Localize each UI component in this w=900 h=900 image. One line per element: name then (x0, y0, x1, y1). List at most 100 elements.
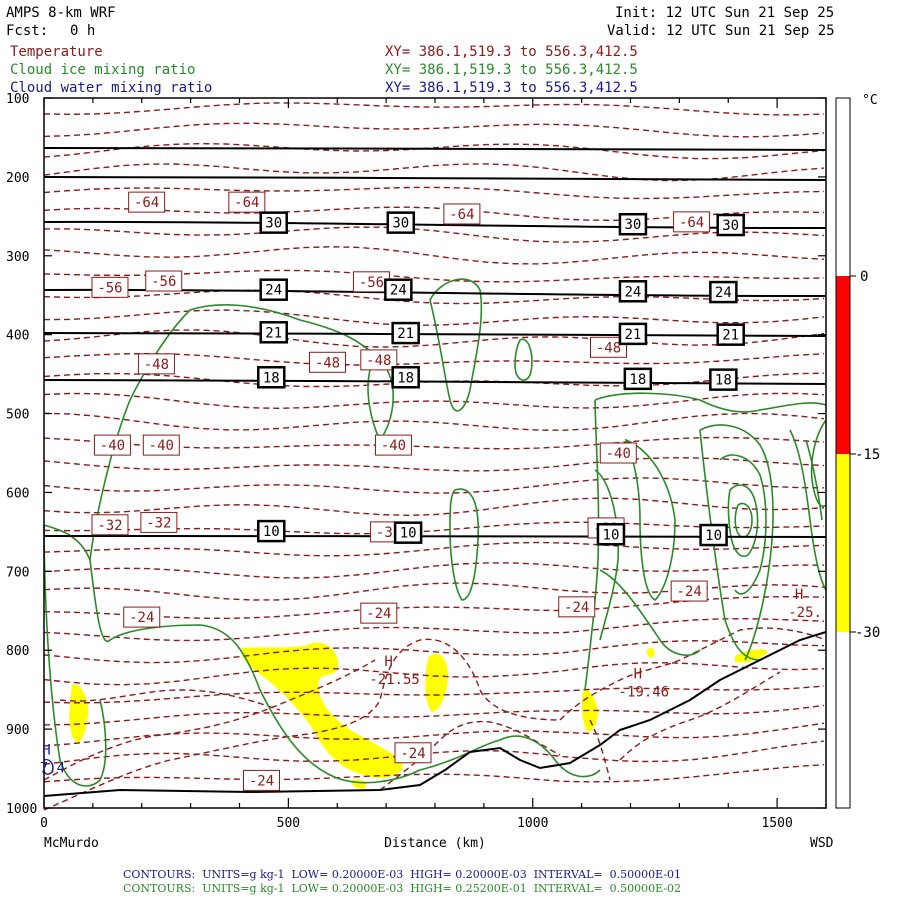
temperature-contour (559, 627, 827, 721)
colorbar-unit: °C (862, 93, 878, 108)
theta-label: 24 (390, 283, 407, 299)
colorbar-tick-label: -30 (855, 625, 880, 641)
theta-label: 10 (400, 526, 417, 542)
cross-section-chart: 10020030040050060070080090010000 500 1000 1… (6, 92, 880, 851)
temperature-label: -64 (234, 195, 259, 211)
temperature-contour (43, 562, 825, 579)
temperature-label: -48 (144, 357, 169, 373)
cloud-ice-contour (594, 392, 827, 413)
temperature-label: -24 (400, 746, 425, 762)
high-marker: H (384, 654, 392, 670)
y-tick-label: 100 (6, 92, 29, 107)
colorbar-tick-label: 0 (860, 269, 868, 285)
high-marker: H (634, 667, 642, 683)
temperature-label: -64 (134, 195, 159, 211)
temperature-contour (43, 102, 825, 116)
temperature-label: -48 (596, 340, 621, 356)
high-marker: H (42, 742, 50, 758)
temperature-label: -24 (564, 600, 589, 616)
theta-label: 18 (629, 372, 646, 388)
theta-label: 24 (265, 283, 282, 299)
theta-label: 24 (625, 284, 642, 300)
y-tick-label: 1000 (6, 802, 37, 817)
theta-label: 24 (715, 285, 732, 301)
temperature-label: -24 (366, 606, 391, 622)
theta-label: 18 (263, 370, 280, 386)
warm-shading-area-4 (351, 779, 366, 789)
theta-line (43, 331, 827, 338)
x-tick-label: 1500 (761, 816, 792, 831)
theta-line (43, 175, 827, 182)
temperature-label: -32 (146, 515, 171, 531)
theta-label: 18 (397, 370, 414, 386)
temperature-label: -40 (606, 446, 631, 462)
x-axis-label: Distance (km) (384, 836, 486, 851)
colorbar-band (836, 276, 850, 454)
colorbar: 0 -15 -30 (835, 97, 880, 809)
temperature-contour (43, 617, 825, 642)
temperature-contour (43, 722, 825, 747)
warm-shading-area-1 (69, 684, 89, 743)
temperature-label: -48 (315, 355, 340, 371)
temperature-contour (43, 740, 825, 765)
x-left-label: McMurdo (44, 836, 99, 851)
temperature-label: -56 (151, 274, 176, 290)
temperature-label: -40 (149, 438, 174, 454)
x-tick-label: 500 (277, 816, 300, 831)
temperature-contour (43, 142, 825, 160)
colorbar-band (836, 454, 850, 632)
y-tick-label: 700 (6, 565, 29, 580)
temperature-contour (43, 764, 825, 783)
cloud-ice-contour (43, 524, 107, 787)
y-tick-label: 900 (6, 723, 29, 738)
temperature-label: -40 (100, 438, 125, 454)
temperature-contour (43, 457, 825, 472)
theta-label: 10 (705, 528, 722, 544)
theta-label: 18 (715, 373, 732, 389)
theta-label: 30 (722, 218, 739, 234)
temperature-label: -24 (677, 584, 702, 600)
x-tick-label: 1000 (517, 816, 548, 831)
footer-water-contours: CONTOURS: UNITS=g kg-1 LOW= 0.20000E-03 … (123, 868, 682, 881)
theta-label: 30 (392, 216, 409, 232)
temperature-label: -56 (97, 280, 122, 296)
theta-line (43, 146, 827, 152)
temperature-label: -48 (366, 353, 391, 369)
cloud-ice-contour (624, 438, 676, 601)
theta-label: 21 (265, 325, 282, 341)
cloud-ice-contour (514, 338, 533, 381)
temperature-contour (43, 122, 825, 138)
theta-label: 30 (265, 216, 282, 232)
temperature-label: -56 (359, 275, 384, 291)
footer-ice-contours: CONTOURS: UNITS=g kg-1 LOW= 0.20000E-03 … (123, 882, 682, 895)
temperature-contour (43, 392, 825, 410)
high-value: -21.55 (369, 672, 420, 688)
cloud-ice-contour (727, 484, 759, 557)
temperature-contour (43, 246, 825, 265)
warm-shading-area-2 (425, 654, 448, 712)
temperature-label: -64 (449, 207, 474, 223)
y-tick-label: 800 (6, 644, 29, 659)
x-right-label: WSD (810, 836, 834, 851)
theta-label: 21 (625, 327, 642, 343)
theta-label: 21 (397, 326, 414, 342)
temperature-label: -24 (249, 773, 274, 789)
warm-shading-area-6 (646, 647, 655, 658)
x-tick-label: 0 (40, 816, 48, 831)
temperature-label: -24 (129, 610, 154, 626)
theta-label: 10 (263, 524, 280, 540)
high-value: 7.4 (40, 760, 65, 776)
y-tick-label: 600 (6, 486, 29, 501)
high-value: -25. (788, 605, 822, 621)
y-tick-label: 300 (6, 250, 29, 265)
y-tick-label: 400 (6, 329, 29, 344)
temperature-label: -32 (97, 518, 122, 534)
y-tick-label: 200 (6, 171, 29, 186)
theta-label: 21 (722, 328, 739, 344)
colorbar-tick-label: -15 (855, 447, 880, 463)
y-tick-label: 500 (6, 408, 29, 423)
temperature-label: -64 (679, 215, 704, 231)
cloud-ice-contour (89, 304, 394, 561)
theta-label: 10 (603, 527, 620, 543)
high-marker: H (795, 587, 803, 603)
